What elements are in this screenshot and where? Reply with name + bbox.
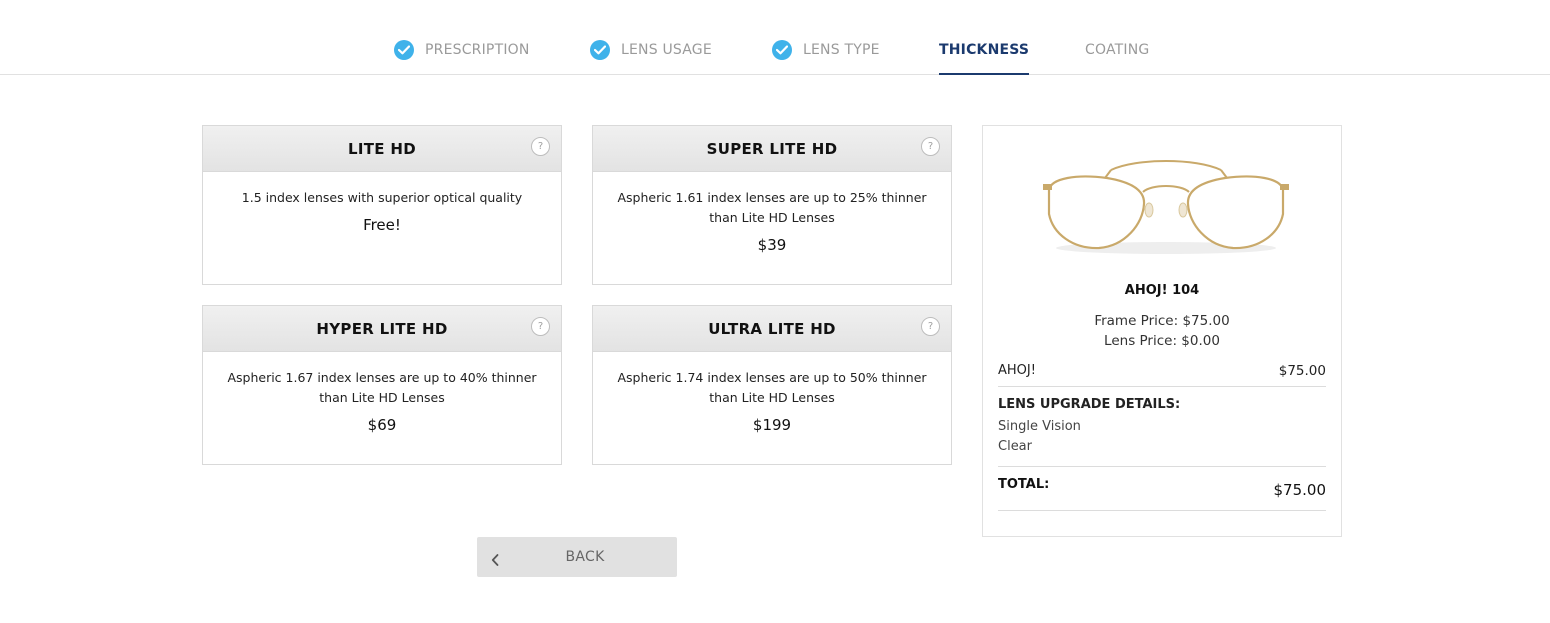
- check-icon: [772, 40, 792, 60]
- lens-configurator-page: PRESCRIPTION LENS USAGE LENS TYPE THICKN…: [0, 0, 1550, 623]
- back-button-label: BACK: [565, 549, 605, 565]
- step-prescription[interactable]: PRESCRIPTION: [394, 38, 530, 74]
- help-icon[interactable]: ?: [531, 137, 550, 156]
- step-coating[interactable]: COATING: [1085, 38, 1149, 74]
- total-amount: $75.00: [1273, 481, 1327, 499]
- step-thickness[interactable]: THICKNESS: [939, 38, 1030, 75]
- order-summary-panel: AHOJ! 104 Frame Price: $75.00 Lens Price…: [982, 125, 1342, 537]
- step-label: LENS TYPE: [803, 42, 880, 58]
- step-label: PRESCRIPTION: [425, 42, 530, 58]
- card-header: ULTRA LITE HD ?: [593, 306, 951, 352]
- card-title: HYPER LITE HD: [316, 320, 448, 338]
- line-item-amount: $75.00: [1278, 363, 1326, 379]
- lens-upgrade-details-heading: LENS UPGRADE DETAILS:: [998, 397, 1181, 412]
- card-description: Aspheric 1.67 index lenses are up to 40%…: [227, 370, 537, 405]
- card-price: Free!: [363, 216, 401, 234]
- step-navigation: PRESCRIPTION LENS USAGE LENS TYPE THICKN…: [0, 0, 1550, 75]
- help-icon[interactable]: ?: [921, 137, 940, 156]
- help-icon[interactable]: ?: [921, 317, 940, 336]
- card-title: LITE HD: [348, 140, 416, 158]
- card-header: HYPER LITE HD ?: [203, 306, 561, 352]
- card-title: ULTRA LITE HD: [708, 320, 836, 338]
- step-lens-usage[interactable]: LENS USAGE: [590, 38, 712, 74]
- step-label: THICKNESS: [939, 42, 1030, 58]
- option-card-lite-hd[interactable]: LITE HD ? 1.5 index lenses with superior…: [202, 125, 562, 285]
- step-label: COATING: [1085, 42, 1150, 58]
- line-item-name: AHOJ!: [998, 363, 1036, 378]
- back-button[interactable]: BACK: [477, 537, 677, 577]
- upgrade-item: Single Vision: [998, 419, 1081, 434]
- card-title: SUPER LITE HD: [706, 140, 838, 158]
- card-description: 1.5 index lenses with superior optical q…: [241, 190, 523, 205]
- line-item-row: AHOJ! $75.00: [998, 363, 1326, 387]
- frame-price: Frame Price: $75.00: [1094, 313, 1230, 329]
- card-description: Aspheric 1.74 index lenses are up to 50%…: [617, 370, 927, 405]
- option-card-hyper-lite-hd[interactable]: HYPER LITE HD ? Aspheric 1.67 index lens…: [202, 305, 562, 465]
- step-label: LENS USAGE: [621, 42, 712, 58]
- check-icon: [394, 40, 414, 60]
- card-header: LITE HD ?: [203, 126, 561, 172]
- card-price: $199: [752, 416, 792, 434]
- option-card-super-lite-hd[interactable]: SUPER LITE HD ? Aspheric 1.61 index lens…: [592, 125, 952, 285]
- help-icon[interactable]: ?: [531, 317, 550, 336]
- step-lens-type[interactable]: LENS TYPE: [772, 38, 880, 74]
- frame-name: AHOJ! 104: [1124, 283, 1200, 298]
- total-label: TOTAL:: [998, 477, 1050, 492]
- option-card-ultra-lite-hd[interactable]: ULTRA LITE HD ? Aspheric 1.74 index lens…: [592, 305, 952, 465]
- card-header: SUPER LITE HD ?: [593, 126, 951, 172]
- card-description: Aspheric 1.61 index lenses are up to 25%…: [617, 190, 927, 225]
- glasses-product-image: [1041, 148, 1291, 262]
- divider: [998, 466, 1326, 467]
- lens-price: Lens Price: $0.00: [1104, 333, 1220, 349]
- upgrade-item: Clear: [998, 439, 1032, 454]
- card-price: $39: [757, 236, 787, 254]
- divider: [998, 510, 1326, 511]
- check-icon: [590, 40, 610, 60]
- card-price: $69: [367, 416, 397, 434]
